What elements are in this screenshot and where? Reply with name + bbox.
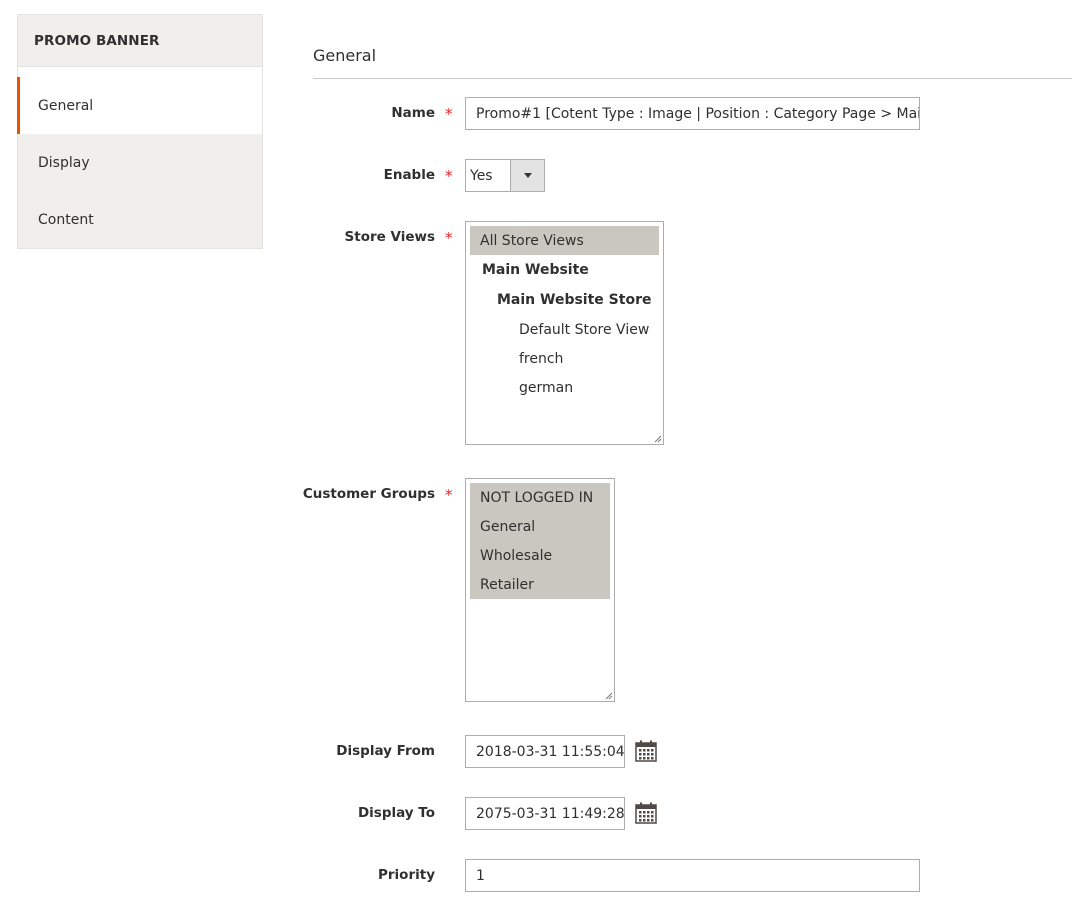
sidebar-gap [17, 67, 263, 77]
calendar-icon[interactable] [635, 802, 657, 824]
sidebar-item-general[interactable]: General [17, 77, 262, 134]
priority-input[interactable]: 1 [465, 859, 920, 892]
customer-group-option[interactable]: NOT LOGGED IN [470, 483, 610, 512]
resize-grip-icon[interactable] [654, 435, 662, 443]
sidebar-nav: General Display Content [17, 77, 263, 249]
store-views-label: Store Views [344, 229, 435, 245]
display-from-label: Display From [336, 743, 435, 759]
required-marker: * [445, 486, 453, 504]
display-to-label: Display To [357, 805, 435, 821]
name-label: Name [391, 105, 435, 121]
customer-group-option[interactable]: General [470, 512, 610, 541]
section-title: General [313, 46, 377, 65]
customer-group-option[interactable]: Wholesale [470, 541, 610, 570]
enable-select-value: Yes [470, 167, 493, 184]
required-marker: * [445, 167, 453, 185]
sidebar-item-content[interactable]: Content [18, 191, 262, 248]
required-marker: * [445, 229, 453, 247]
customer-group-option[interactable]: Retailer [470, 570, 610, 599]
display-from-input[interactable]: 2018-03-31 11:55:04 [465, 735, 625, 768]
sidebar: PROMO BANNER General Display Content [17, 14, 263, 249]
section-divider [313, 78, 1072, 79]
required-marker: * [445, 105, 453, 123]
store-view-option[interactable]: german [470, 373, 659, 402]
priority-label: Priority [378, 867, 435, 883]
resize-grip-icon[interactable] [605, 692, 613, 700]
store-view-option[interactable]: french [470, 344, 659, 373]
enable-label: Enable [383, 167, 435, 183]
name-input[interactable]: Promo#1 [Cotent Type : Image | Position … [465, 97, 920, 130]
sidebar-item-display[interactable]: Display [18, 134, 262, 191]
customer-groups-label: Customer Groups [302, 486, 435, 502]
enable-select-toggle[interactable] [510, 160, 544, 191]
store-view-option[interactable]: Default Store View [470, 315, 659, 344]
store-view-group: Main Website [482, 261, 589, 278]
store-views-multiselect[interactable]: All Store Views Main Website Main Websit… [465, 221, 664, 445]
chevron-down-icon [523, 173, 532, 178]
sidebar-title: PROMO BANNER [17, 14, 263, 67]
display-to-input[interactable]: 2075-03-31 11:49:28 [465, 797, 625, 830]
store-view-group: Main Website Store [497, 291, 652, 308]
enable-select[interactable]: Yes [465, 159, 545, 192]
customer-groups-multiselect[interactable]: NOT LOGGED IN General Wholesale Retailer [465, 478, 615, 702]
calendar-icon[interactable] [635, 740, 657, 762]
store-view-option[interactable]: All Store Views [470, 226, 659, 255]
